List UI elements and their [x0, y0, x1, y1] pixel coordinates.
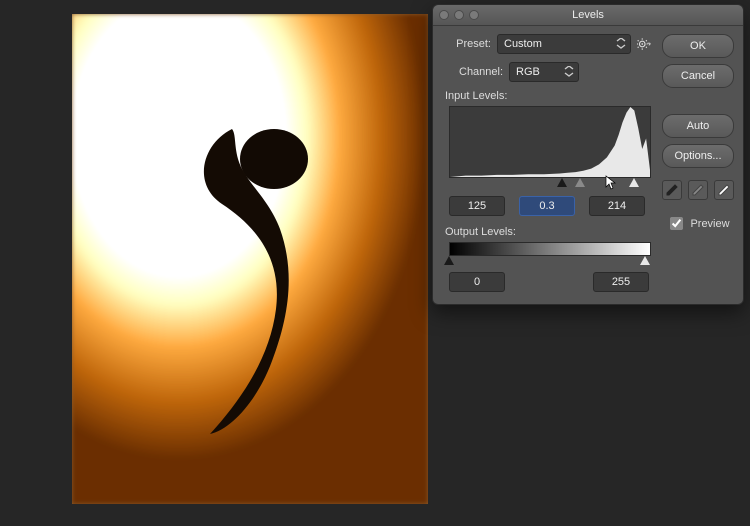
preset-label: Preset: — [445, 38, 491, 50]
input-black-slider[interactable] — [557, 178, 567, 187]
levels-dialog: Levels Preset: Custom Channel: — [432, 4, 744, 305]
channel-label: Channel: — [459, 66, 503, 78]
input-gamma-slider[interactable] — [575, 178, 585, 187]
input-gamma-field[interactable]: 0.3 — [519, 196, 575, 216]
input-white-field[interactable]: 214 — [589, 196, 645, 216]
gear-icon[interactable] — [637, 37, 651, 51]
artwork-silhouette — [162, 99, 362, 439]
output-black-slider[interactable] — [444, 256, 454, 265]
eyedropper-black-icon[interactable] — [662, 180, 682, 200]
close-icon[interactable] — [439, 10, 449, 20]
ok-button[interactable]: OK — [662, 34, 734, 58]
output-levels-label: Output Levels: — [445, 226, 655, 238]
output-white-field[interactable]: 255 — [593, 272, 649, 292]
eyedropper-group — [662, 180, 734, 200]
preview-label: Preview — [690, 218, 729, 230]
output-slider-track[interactable] — [449, 256, 649, 268]
preview-checkbox-input[interactable] — [670, 217, 683, 230]
cancel-button[interactable]: Cancel — [662, 64, 734, 88]
minimize-icon[interactable] — [454, 10, 464, 20]
dialog-titlebar[interactable]: Levels — [433, 5, 743, 26]
eyedropper-gray-icon[interactable] — [688, 180, 708, 200]
auto-button[interactable]: Auto — [662, 114, 734, 138]
cursor-icon — [605, 175, 619, 193]
histogram-plot — [450, 107, 650, 177]
options-button[interactable]: Options... — [662, 144, 734, 168]
input-levels-label: Input Levels: — [445, 90, 655, 102]
preset-value: Custom — [504, 38, 542, 50]
zoom-icon[interactable] — [469, 10, 479, 20]
input-slider-track[interactable] — [449, 178, 649, 192]
histogram[interactable] — [449, 106, 651, 178]
preset-select[interactable]: Custom — [497, 34, 631, 54]
document-canvas[interactable] — [72, 14, 428, 504]
output-gradient[interactable] — [449, 242, 651, 256]
chevron-down-icon — [616, 38, 626, 50]
output-white-slider[interactable] — [640, 256, 650, 265]
dialog-title: Levels — [433, 9, 743, 21]
input-white-slider[interactable] — [629, 178, 639, 187]
chevron-down-icon — [564, 66, 574, 78]
input-black-field[interactable]: 125 — [449, 196, 505, 216]
eyedropper-white-icon[interactable] — [714, 180, 734, 200]
channel-select[interactable]: RGB — [509, 62, 579, 82]
preview-checkbox[interactable]: Preview — [666, 214, 729, 233]
channel-value: RGB — [516, 66, 540, 78]
window-controls[interactable] — [439, 10, 479, 20]
output-black-field[interactable]: 0 — [449, 272, 505, 292]
